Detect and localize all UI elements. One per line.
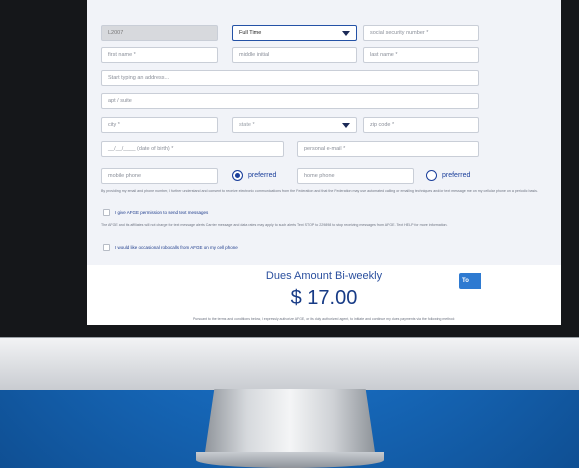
apt-suite-field[interactable]: apt / suite (101, 93, 479, 109)
text-permission-row[interactable]: I give AFGE permission to send text mess… (103, 209, 208, 216)
city-field[interactable]: city * (101, 117, 218, 133)
middle-initial-field[interactable]: middle initial (232, 47, 357, 63)
ssn-field[interactable]: social security number * (363, 25, 479, 41)
first-name-field[interactable]: first name * (101, 47, 218, 63)
consent-text: By providing my email and phone number, … (101, 189, 538, 193)
home-preferred-label: preferred (442, 172, 471, 179)
radio-unselected-icon (426, 170, 437, 181)
state-placeholder: state * (239, 122, 255, 128)
mobile-preferred-label: preferred (248, 172, 277, 179)
last-name-field[interactable]: last name * (363, 47, 479, 63)
state-select[interactable]: state * (232, 117, 357, 133)
robocall-label: I would like occasional robocalls from A… (115, 245, 238, 250)
monitor-chin (0, 337, 579, 390)
personal-email-field[interactable]: personal e-mail * (297, 141, 479, 157)
monitor-stand-neck (204, 389, 376, 459)
mobile-preferred-radio[interactable]: preferred (232, 170, 276, 181)
local-number-field[interactable]: L2007 (101, 25, 218, 41)
dues-title: Dues Amount Bi-weekly (265, 270, 383, 282)
dues-authorization-note: Pursuant to the terms and conditions bel… (192, 317, 456, 321)
radio-selected-icon (232, 170, 243, 181)
text-permission-label: I give AFGE permission to send text mess… (115, 210, 209, 215)
chevron-down-icon (342, 123, 350, 128)
employment-type-value: Full Time (239, 30, 262, 36)
mobile-phone-field[interactable]: mobile phone (101, 168, 218, 184)
address-field[interactable]: Start typing an address... (101, 70, 479, 86)
robocall-row[interactable]: I would like occasional robocalls from A… (103, 244, 238, 251)
text-permission-checkbox[interactable] (103, 209, 110, 216)
home-phone-field[interactable]: home phone (297, 168, 414, 184)
screen: L2007 Full Time social security number *… (87, 0, 561, 325)
date-of-birth-field[interactable]: __/__/____ (date of birth) * (101, 141, 284, 157)
scroll-to-top-button[interactable]: To (459, 273, 481, 289)
monitor-stand-foot (196, 452, 384, 468)
robocall-checkbox[interactable] (103, 244, 110, 251)
text-disclaimer: The AFGE and its affiliates will not cha… (101, 223, 448, 227)
chevron-down-icon (342, 31, 350, 36)
zip-code-field[interactable]: zip code * (363, 117, 479, 133)
dues-amount: $ 17.00 (290, 287, 358, 309)
employment-type-select[interactable]: Full Time (232, 25, 357, 41)
home-preferred-radio[interactable]: preferred (426, 170, 470, 181)
